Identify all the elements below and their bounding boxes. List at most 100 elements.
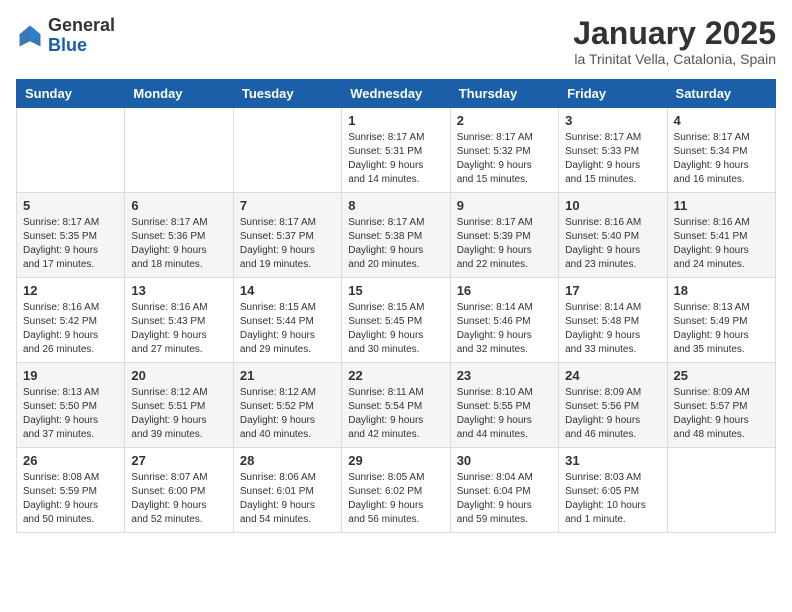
page-header: General Blue January 2025 la Trinitat Ve… (16, 16, 776, 67)
day-info: Sunrise: 8:17 AM Sunset: 5:35 PM Dayligh… (23, 216, 118, 272)
day-info: Sunrise: 8:17 AM Sunset: 5:33 PM Dayligh… (565, 131, 660, 187)
day-number: 29 (348, 453, 443, 468)
calendar-cell: 27Sunrise: 8:07 AM Sunset: 6:00 PM Dayli… (125, 448, 233, 533)
day-number: 13 (131, 283, 226, 298)
weekday-header-wednesday: Wednesday (342, 80, 450, 108)
day-number: 18 (674, 283, 769, 298)
day-number: 2 (457, 113, 552, 128)
day-info: Sunrise: 8:03 AM Sunset: 6:05 PM Dayligh… (565, 471, 660, 527)
calendar-cell: 12 Sunrise: 8:16 AM Sunset: 5:42 PM Dayli… (17, 278, 125, 363)
calendar-cell: 14 Sunrise: 8:15 AM Sunset: 5:44 PM Dayli… (233, 278, 341, 363)
day-info: Sunrise: 8:17 AM Sunset: 5:39 PM Dayligh… (457, 216, 552, 272)
calendar-cell (233, 108, 341, 193)
day-number: 30 (457, 453, 552, 468)
weekday-header-friday: Friday (559, 80, 667, 108)
day-info: Sunrise: 8:17 AM Sunset: 5:37 PM Dayligh… (240, 216, 335, 272)
day-info: Sunrise: 8:15 AM Sunset: 5:44 PM Dayligh… (240, 301, 335, 357)
calendar-cell: 8 Sunrise: 8:17 AM Sunset: 5:38 PM Daylig… (342, 193, 450, 278)
weekday-header-monday: Monday (125, 80, 233, 108)
logo-icon (16, 22, 44, 50)
day-number: 6 (131, 198, 226, 213)
day-info: Sunrise: 8:14 AM Sunset: 5:46 PM Dayligh… (457, 301, 552, 357)
day-info: Sunrise: 8:13 AM Sunset: 5:49 PM Dayligh… (674, 301, 769, 357)
day-info: Sunrise: 8:17 AM Sunset: 5:36 PM Dayligh… (131, 216, 226, 272)
day-number: 21 (240, 368, 335, 383)
calendar-cell: 2 Sunrise: 8:17 AM Sunset: 5:32 PM Daylig… (450, 108, 558, 193)
calendar-cell: 19 Sunrise: 8:13 AM Sunset: 5:50 PM Dayli… (17, 363, 125, 448)
day-number: 28 (240, 453, 335, 468)
calendar-cell (667, 448, 775, 533)
calendar-cell: 21 Sunrise: 8:12 AM Sunset: 5:52 PM Dayli… (233, 363, 341, 448)
day-info: Sunrise: 8:06 AM Sunset: 6:01 PM Dayligh… (240, 471, 335, 527)
calendar-cell: 9 Sunrise: 8:17 AM Sunset: 5:39 PM Daylig… (450, 193, 558, 278)
calendar-cell: 4Sunrise: 8:17 AM Sunset: 5:34 PM Daylig… (667, 108, 775, 193)
weekday-header-thursday: Thursday (450, 80, 558, 108)
day-info: Sunrise: 8:16 AM Sunset: 5:41 PM Dayligh… (674, 216, 769, 272)
day-number: 16 (457, 283, 552, 298)
calendar-cell: 16 Sunrise: 8:14 AM Sunset: 5:46 PM Dayli… (450, 278, 558, 363)
day-number: 27 (131, 453, 226, 468)
day-info: Sunrise: 8:17 AM Sunset: 5:31 PM Dayligh… (348, 131, 443, 187)
calendar-cell: 10 Sunrise: 8:16 AM Sunset: 5:40 PM Dayli… (559, 193, 667, 278)
weekday-header-row: SundayMondayTuesdayWednesdayThursdayFrid… (17, 80, 776, 108)
day-info: Sunrise: 8:14 AM Sunset: 5:48 PM Dayligh… (565, 301, 660, 357)
day-number: 22 (348, 368, 443, 383)
day-number: 10 (565, 198, 660, 213)
day-number: 17 (565, 283, 660, 298)
calendar-cell: 26Sunrise: 8:08 AM Sunset: 5:59 PM Dayli… (17, 448, 125, 533)
week-row-5: 26Sunrise: 8:08 AM Sunset: 5:59 PM Dayli… (17, 448, 776, 533)
calendar-cell: 6 Sunrise: 8:17 AM Sunset: 5:36 PM Daylig… (125, 193, 233, 278)
day-info: Sunrise: 8:17 AM Sunset: 5:38 PM Dayligh… (348, 216, 443, 272)
day-info: Sunrise: 8:12 AM Sunset: 5:51 PM Dayligh… (131, 386, 226, 442)
weekday-header-saturday: Saturday (667, 80, 775, 108)
week-row-4: 19 Sunrise: 8:13 AM Sunset: 5:50 PM Dayli… (17, 363, 776, 448)
weekday-header-tuesday: Tuesday (233, 80, 341, 108)
day-info: Sunrise: 8:16 AM Sunset: 5:40 PM Dayligh… (565, 216, 660, 272)
day-number: 1 (348, 113, 443, 128)
day-info: Sunrise: 8:11 AM Sunset: 5:54 PM Dayligh… (348, 386, 443, 442)
calendar-cell: 7 Sunrise: 8:17 AM Sunset: 5:37 PM Daylig… (233, 193, 341, 278)
calendar-cell: 17 Sunrise: 8:14 AM Sunset: 5:48 PM Dayli… (559, 278, 667, 363)
week-row-1: 1 Sunrise: 8:17 AM Sunset: 5:31 PM Daylig… (17, 108, 776, 193)
calendar-cell: 23Sunrise: 8:10 AM Sunset: 5:55 PM Dayli… (450, 363, 558, 448)
day-info: Sunrise: 8:13 AM Sunset: 5:50 PM Dayligh… (23, 386, 118, 442)
calendar-cell (125, 108, 233, 193)
day-number: 24 (565, 368, 660, 383)
day-number: 31 (565, 453, 660, 468)
day-info: Sunrise: 8:09 AM Sunset: 5:57 PM Dayligh… (674, 386, 769, 442)
day-number: 8 (348, 198, 443, 213)
day-number: 7 (240, 198, 335, 213)
location-text: la Trinitat Vella, Catalonia, Spain (573, 51, 776, 67)
calendar-cell: 24 Sunrise: 8:09 AM Sunset: 5:56 PM Dayli… (559, 363, 667, 448)
calendar-cell: 15 Sunrise: 8:15 AM Sunset: 5:45 PM Dayli… (342, 278, 450, 363)
day-info: Sunrise: 8:12 AM Sunset: 5:52 PM Dayligh… (240, 386, 335, 442)
logo-blue-text: Blue (48, 35, 87, 55)
day-info: Sunrise: 8:09 AM Sunset: 5:56 PM Dayligh… (565, 386, 660, 442)
day-number: 12 (23, 283, 118, 298)
calendar-cell: 31 Sunrise: 8:03 AM Sunset: 6:05 PM Dayli… (559, 448, 667, 533)
calendar-cell: 13Sunrise: 8:16 AM Sunset: 5:43 PM Dayli… (125, 278, 233, 363)
calendar-cell: 1 Sunrise: 8:17 AM Sunset: 5:31 PM Daylig… (342, 108, 450, 193)
calendar-cell: 3Sunrise: 8:17 AM Sunset: 5:33 PM Daylig… (559, 108, 667, 193)
day-info: Sunrise: 8:15 AM Sunset: 5:45 PM Dayligh… (348, 301, 443, 357)
calendar-cell: 18 Sunrise: 8:13 AM Sunset: 5:49 PM Dayli… (667, 278, 775, 363)
week-row-3: 12 Sunrise: 8:16 AM Sunset: 5:42 PM Dayli… (17, 278, 776, 363)
calendar-cell (17, 108, 125, 193)
day-info: Sunrise: 8:17 AM Sunset: 5:32 PM Dayligh… (457, 131, 552, 187)
day-number: 9 (457, 198, 552, 213)
day-number: 15 (348, 283, 443, 298)
logo-general-text: General (48, 15, 115, 35)
day-number: 19 (23, 368, 118, 383)
calendar-cell: 30 Sunrise: 8:04 AM Sunset: 6:04 PM Dayli… (450, 448, 558, 533)
calendar-cell: 5 Sunrise: 8:17 AM Sunset: 5:35 PM Daylig… (17, 193, 125, 278)
day-info: Sunrise: 8:04 AM Sunset: 6:04 PM Dayligh… (457, 471, 552, 527)
day-info: Sunrise: 8:16 AM Sunset: 5:42 PM Dayligh… (23, 301, 118, 357)
day-number: 20 (131, 368, 226, 383)
logo: General Blue (16, 16, 115, 56)
day-info: Sunrise: 8:05 AM Sunset: 6:02 PM Dayligh… (348, 471, 443, 527)
day-number: 26 (23, 453, 118, 468)
calendar-table: SundayMondayTuesdayWednesdayThursdayFrid… (16, 79, 776, 533)
day-number: 14 (240, 283, 335, 298)
day-number: 25 (674, 368, 769, 383)
day-number: 5 (23, 198, 118, 213)
